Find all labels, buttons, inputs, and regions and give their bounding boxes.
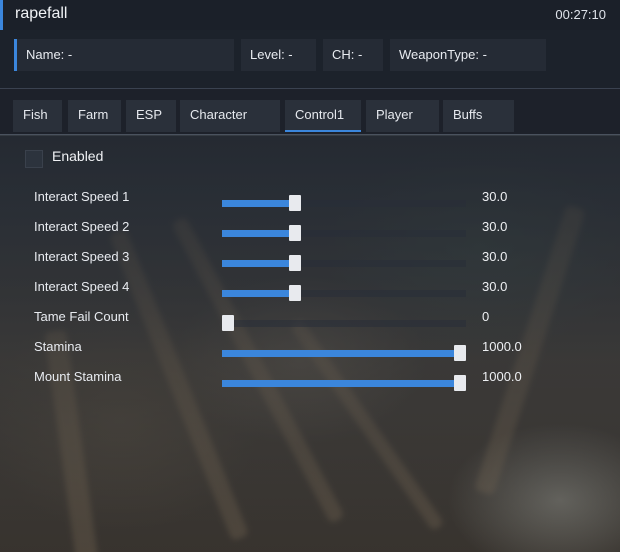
interact-speed-4-slider-fill [222,290,295,297]
stamina-label: Stamina [34,339,82,354]
interact-speed-3-slider-fill [222,260,295,267]
mount-stamina-slider-fill [222,380,460,387]
interact-speed-2-slider-fill [222,230,295,237]
stamina-slider-fill [222,350,460,357]
interact-speed-3-slider[interactable] [222,255,466,271]
name-field: Name: - [14,39,234,71]
interact-speed-1-slider[interactable] [222,195,466,211]
interact-speed-3-label: Interact Speed 3 [34,249,130,264]
interact-speed-2-label: Interact Speed 2 [34,219,130,234]
interact-speed-4-slider-handle[interactable] [289,285,301,301]
title-bar: rapefall 00:27:10 [0,0,620,30]
tame-fail-count-slider-handle[interactable] [222,315,234,331]
interact-speed-2-value: 30.0 [482,219,508,234]
tame-fail-count-label: Tame Fail Count [34,309,129,324]
clock: 00:27:10 [555,7,606,22]
tab-fish[interactable]: Fish [13,100,62,132]
enabled-checkbox[interactable] [25,150,43,168]
window-title: rapefall [15,5,68,22]
mount-stamina-slider[interactable] [222,375,466,391]
channel-field: CH: - [323,39,383,71]
interact-speed-3-slider-handle[interactable] [289,255,301,271]
stamina-slider[interactable] [222,345,466,361]
enabled-label: Enabled [52,148,104,164]
interact-speed-1-value: 30.0 [482,189,508,204]
interact-speed-4-slider[interactable] [222,285,466,301]
tab-bar: Fish Farm ESP Character Control1 Player … [0,89,620,135]
weapon-type-field: WeaponType: - [390,39,546,71]
interact-speed-1-slider-handle[interactable] [289,195,301,211]
tame-fail-count-slider[interactable] [222,315,466,331]
level-field: Level: - [241,39,316,71]
tab-control1[interactable]: Control1 [285,100,361,132]
interact-speed-4-value: 30.0 [482,279,508,294]
tab-buffs[interactable]: Buffs [443,100,514,132]
interact-speed-4-label: Interact Speed 4 [34,279,130,294]
mount-stamina-slider-handle[interactable] [454,375,466,391]
tab-esp[interactable]: ESP [126,100,176,132]
interact-speed-3-value: 30.0 [482,249,508,264]
interact-speed-1-slider-fill [222,200,295,207]
tab-character[interactable]: Character [180,100,280,132]
interact-speed-2-slider[interactable] [222,225,466,241]
mount-stamina-label: Mount Stamina [34,369,122,384]
tame-fail-count-value: 0 [482,309,490,324]
interact-speed-2-slider-handle[interactable] [289,225,301,241]
player-info-panel: Name: - Level: - CH: - WeaponType: - [0,30,620,88]
mount-stamina-value: 1000.0 [482,369,522,384]
tab-farm[interactable]: Farm [68,100,121,132]
stamina-slider-handle[interactable] [454,345,466,361]
tab-player[interactable]: Player [366,100,439,132]
stamina-value: 1000.0 [482,339,522,354]
interact-speed-1-label: Interact Speed 1 [34,189,130,204]
